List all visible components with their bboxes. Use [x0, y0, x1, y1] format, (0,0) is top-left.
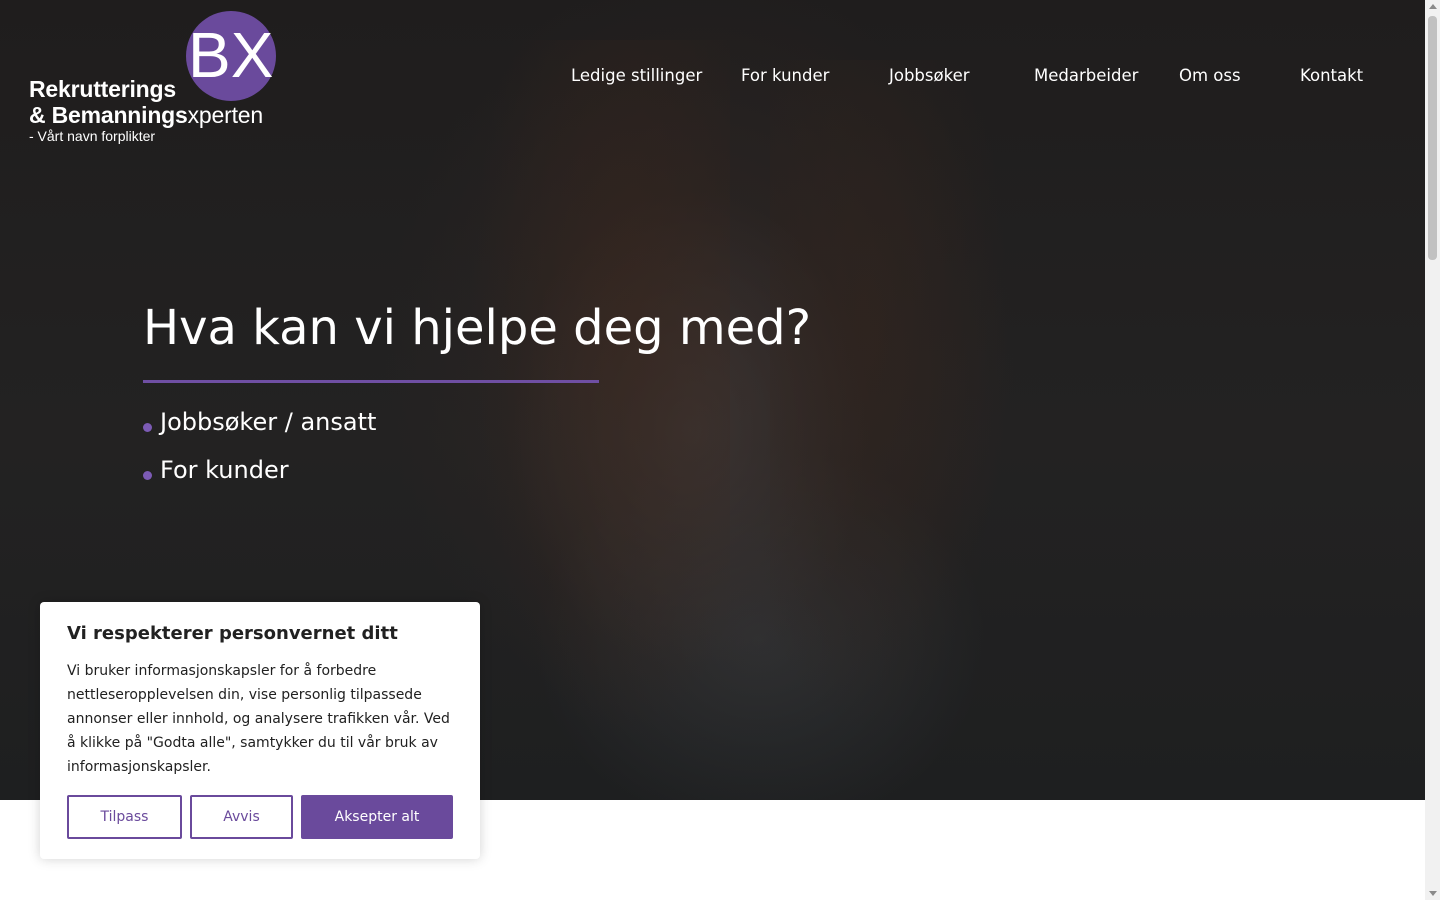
logo-line-2-bold: & Bemannings [29, 102, 188, 128]
hero-link-label: For kunder [160, 456, 289, 484]
bullet-dot-icon [143, 471, 152, 480]
accept-all-button[interactable]: Aksepter alt [301, 795, 453, 839]
nav-item-ledige-stillinger[interactable]: Ledige stillinger [571, 66, 702, 85]
page-scrollbar[interactable] [1425, 0, 1440, 900]
nav-item-kontakt[interactable]: Kontakt [1300, 66, 1363, 85]
hero-link-for-kunder[interactable]: For kunder [143, 456, 376, 504]
logo-line-2-light: xperten [187, 102, 264, 128]
logo-line-2: & Bemanningsxperten [29, 102, 263, 129]
scrollbar-thumb[interactable] [1428, 16, 1437, 260]
hero-divider [143, 380, 599, 383]
logo-tagline: - Vårt navn forplikter [29, 128, 156, 144]
cookie-description: Vi bruker informasjonskapsler for å forb… [67, 663, 450, 775]
hero-background-image [470, 40, 730, 740]
nav-item-jobbsoker[interactable]: Jobbsøker [889, 66, 970, 85]
bullet-dot-icon [143, 423, 152, 432]
reject-button[interactable]: Avvis [190, 795, 293, 839]
customize-button[interactable]: Tilpass [67, 795, 182, 839]
cookie-title: Vi respekterer personvernet ditt [67, 623, 398, 644]
hero-title: Hva kan vi hjelpe deg med? [143, 300, 812, 356]
hero-link-jobbsoker[interactable]: Jobbsøker / ansatt [143, 408, 376, 456]
nav-item-medarbeider[interactable]: Medarbeider [1034, 66, 1138, 85]
main-navigation: Ledige stillinger For kunder Jobbsøker M… [0, 66, 1425, 90]
hero-links: Jobbsøker / ansatt For kunder [143, 408, 376, 504]
hero-background-image-detail [770, 60, 1010, 740]
scroll-up-arrow-icon[interactable] [1429, 4, 1437, 9]
hero-link-label: Jobbsøker / ansatt [160, 408, 377, 436]
nav-item-for-kunder[interactable]: For kunder [741, 66, 829, 85]
scroll-down-arrow-icon[interactable] [1429, 891, 1437, 896]
nav-item-om-oss[interactable]: Om oss [1179, 66, 1241, 85]
cookie-consent-dialog: Vi respekterer personvernet ditt Vi bruk… [40, 602, 480, 859]
